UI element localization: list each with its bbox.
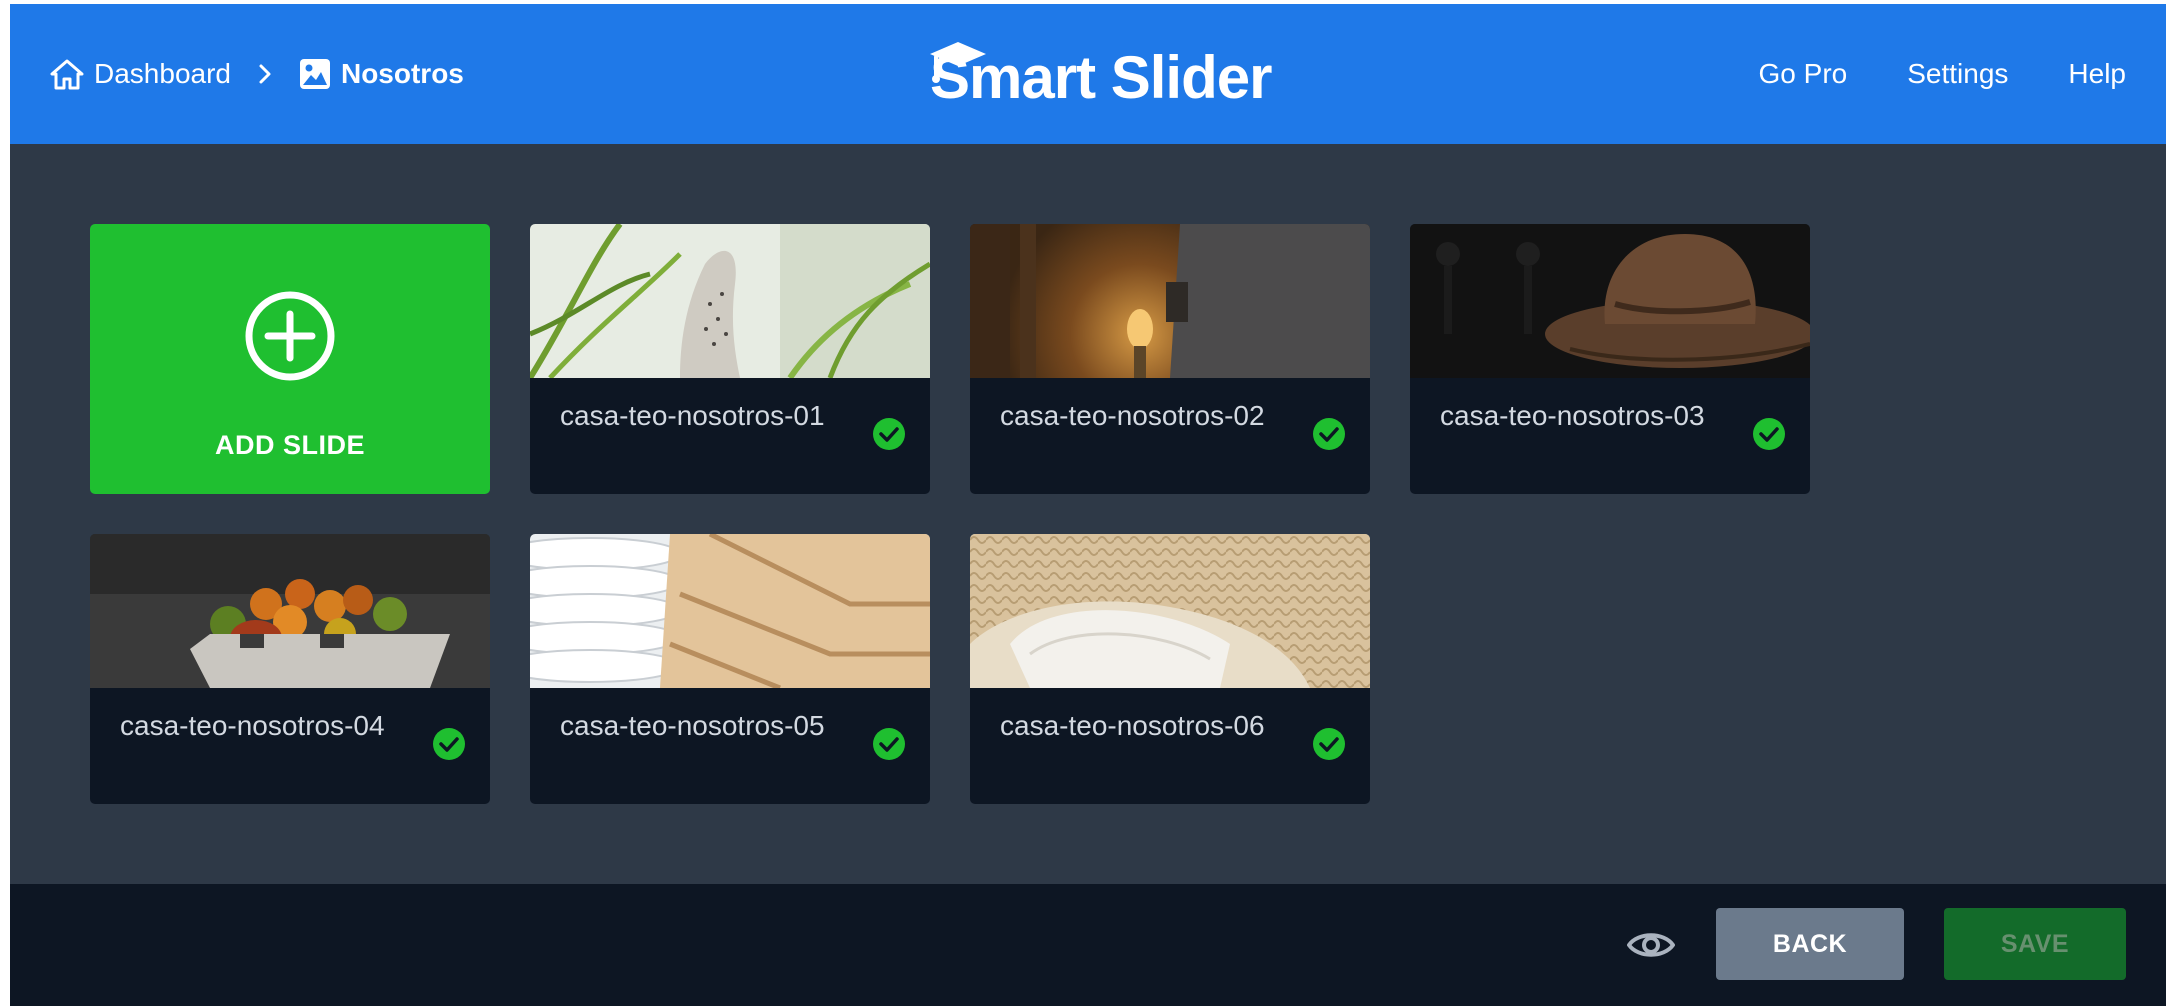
save-button[interactable]: SAVE (1944, 908, 2126, 980)
smart-slider-editor: Dashboard Nosotros Smart Slider Go Pro S… (10, 4, 2166, 1006)
slide-thumbnail (970, 224, 1370, 378)
add-slide-button[interactable]: ADD SLIDE (90, 224, 490, 494)
check-circle-icon (1753, 418, 1785, 450)
chevron-right-icon (257, 62, 273, 86)
slide-title: casa-teo-nosotros-02 (1000, 400, 1265, 431)
slide-title: casa-teo-nosotros-04 (120, 710, 385, 741)
add-slide-label: ADD SLIDE (214, 430, 365, 460)
slide-thumbnail (530, 224, 930, 378)
slide-title: casa-teo-nosotros-05 (560, 710, 825, 741)
eye-icon[interactable] (1626, 920, 1676, 970)
slide-card-02[interactable]: casa-teo-nosotros-02 (970, 224, 1370, 494)
check-circle-icon (873, 418, 905, 450)
breadcrumb: Dashboard Nosotros (50, 4, 464, 144)
top-bar: Dashboard Nosotros Smart Slider Go Pro S… (10, 4, 2166, 144)
breadcrumb-dashboard-label: Dashboard (94, 58, 231, 89)
breadcrumb-nosotros[interactable]: Nosotros (299, 58, 464, 90)
check-circle-icon (1313, 728, 1345, 760)
slide-card-04[interactable]: casa-teo-nosotros-04 (90, 534, 490, 804)
smart-slider-logo[interactable]: Smart Slider (930, 4, 1272, 144)
go-pro-link[interactable]: Go Pro (1759, 58, 1848, 90)
slide-thumbnail (1410, 224, 1810, 378)
home-icon (50, 59, 84, 90)
graduation-cap-icon (930, 42, 986, 83)
slide-card-05[interactable]: casa-teo-nosotros-05 (530, 534, 930, 804)
help-link[interactable]: Help (2068, 58, 2126, 90)
breadcrumb-nosotros-label: Nosotros (340, 58, 464, 89)
check-circle-icon (873, 728, 905, 760)
image-icon (299, 59, 330, 89)
check-circle-icon (433, 728, 465, 760)
slide-card-01[interactable]: casa-teo-nosotros-01 (530, 224, 930, 494)
slide-thumbnail (970, 534, 1370, 688)
slide-title: casa-teo-nosotros-03 (1440, 400, 1705, 431)
slide-card-06[interactable]: casa-teo-nosotros-06 (970, 534, 1370, 804)
check-circle-icon (1313, 418, 1345, 450)
slide-thumbnail (90, 534, 490, 688)
slide-thumbnail (530, 534, 930, 688)
plus-circle-icon (245, 291, 335, 381)
bottom-bar: BACK SAVE (10, 884, 2166, 1006)
slide-card-03[interactable]: casa-teo-nosotros-03 (1410, 224, 1810, 494)
slide-title: casa-teo-nosotros-06 (1000, 710, 1265, 741)
top-nav: Go Pro Settings Help (1699, 4, 2126, 144)
slide-title: casa-teo-nosotros-01 (560, 400, 825, 431)
breadcrumb-dashboard[interactable]: Dashboard (50, 58, 231, 90)
settings-link[interactable]: Settings (1907, 58, 2008, 90)
back-button[interactable]: BACK (1716, 908, 1904, 980)
